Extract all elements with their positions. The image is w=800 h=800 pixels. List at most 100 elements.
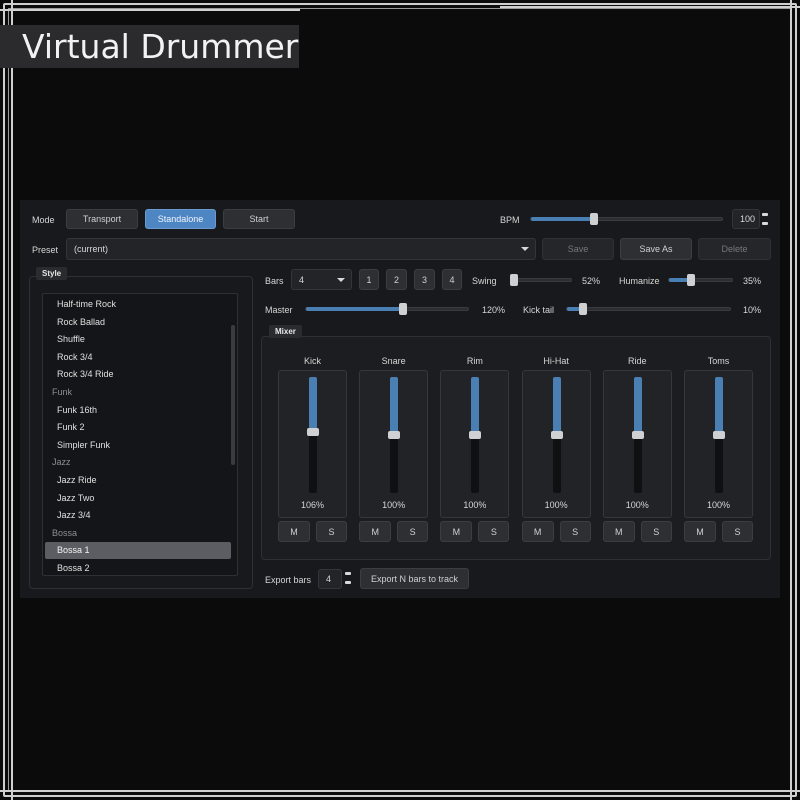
bars-2-button[interactable]: 2: [386, 269, 407, 290]
swing-slider[interactable]: [510, 274, 572, 286]
style-list-item[interactable]: Shuffle: [45, 331, 231, 348]
channel-name-hi-hat: Hi-Hat: [543, 356, 569, 366]
style-list-item[interactable]: Jazz Ride: [45, 472, 231, 489]
channel-name-kick: Kick: [303, 356, 321, 366]
mute-button-snare[interactable]: M: [359, 521, 392, 542]
bars-1-button[interactable]: 1: [359, 269, 379, 290]
mute-button-kick[interactable]: M: [278, 521, 310, 542]
export-bars-decrement-icon[interactable]: [345, 581, 351, 584]
bpm-slider-fill: [531, 217, 595, 221]
style-category: Funk: [52, 387, 73, 397]
humanize-slider-handle[interactable]: [687, 274, 696, 286]
channel-fader-fill: [552, 377, 561, 435]
style-list-item[interactable]: Jazz 3/4: [45, 507, 231, 524]
preset-label: Preset: [32, 245, 59, 255]
chevron-down-icon[interactable]: [337, 278, 345, 282]
standalone-button[interactable]: Standalone: [145, 209, 216, 229]
transport-button[interactable]: Transport: [66, 209, 138, 229]
channel-fader-hi-hat[interactable]: [550, 377, 563, 493]
frame-stroke: [790, 0, 792, 800]
style-list-item[interactable]: Jazz Two: [45, 490, 231, 507]
bars-4-button[interactable]: 4: [442, 269, 462, 290]
style-list-item[interactable]: Funk 2: [45, 419, 231, 436]
style-group-title: Style: [36, 267, 68, 280]
save-as-button[interactable]: Save As: [620, 238, 692, 260]
bpm-increment-icon[interactable]: [762, 213, 768, 216]
channel-value-snare: 100%: [382, 500, 406, 510]
save-button[interactable]: Save: [542, 238, 614, 260]
channel-fader-handle[interactable]: [388, 431, 401, 439]
channel-fader-handle[interactable]: [713, 431, 725, 439]
channel-strip-kick: 106%: [278, 370, 347, 518]
humanize-label: Humanize: [619, 276, 660, 286]
style-list-item[interactable]: Half-time Rock: [45, 296, 231, 313]
channel-fader-ride[interactable]: [631, 377, 644, 493]
style-list-scrollbar[interactable]: [231, 325, 235, 465]
master-slider-handle[interactable]: [399, 303, 408, 315]
channel-value-ride: 100%: [625, 500, 649, 510]
channel-fader-handle[interactable]: [550, 431, 563, 439]
channel-fader-snare[interactable]: [388, 377, 401, 493]
channel-fader-kick[interactable]: [307, 377, 319, 493]
kick-tail-slider-handle[interactable]: [579, 303, 588, 315]
style-list-item[interactable]: Rock 3/4: [45, 349, 231, 366]
channel-fader-handle[interactable]: [307, 428, 319, 436]
channel-fader-handle[interactable]: [469, 431, 482, 439]
master-label: Master: [265, 305, 293, 315]
solo-button-rim[interactable]: S: [478, 521, 510, 542]
channel-fader-fill: [390, 377, 399, 435]
bpm-slider-handle[interactable]: [590, 213, 599, 225]
bpm-input[interactable]: 100: [732, 209, 760, 229]
chevron-down-icon[interactable]: [521, 247, 529, 251]
frame-stroke: [0, 790, 800, 792]
bpm-label: BPM: [500, 215, 520, 225]
swing-slider-handle[interactable]: [510, 274, 518, 286]
mute-button-rim[interactable]: M: [440, 521, 473, 542]
humanize-slider[interactable]: [668, 274, 733, 286]
channel-fader-rim[interactable]: [469, 377, 482, 493]
style-list-item[interactable]: Rock Ballad: [45, 314, 231, 331]
mute-button-ride[interactable]: M: [602, 521, 635, 542]
channel-fader-handle[interactable]: [631, 431, 644, 439]
channel-strip-snare: 100%: [359, 370, 429, 518]
export-bars-input[interactable]: 4: [318, 569, 342, 589]
channel-fader-fill: [471, 377, 480, 435]
delete-button[interactable]: Delete: [698, 238, 771, 260]
channel-strip-hi-hat: 100%: [521, 370, 591, 518]
solo-button-kick[interactable]: S: [316, 521, 347, 542]
bpm-slider[interactable]: [530, 213, 723, 225]
channel-fader-toms[interactable]: [713, 377, 725, 493]
style-list-item[interactable]: Bossa 2: [45, 560, 231, 575]
channel-name-snare: Snare: [381, 356, 406, 366]
mute-button-toms[interactable]: M: [684, 521, 716, 542]
master-value: 120%: [482, 305, 506, 315]
kick-tail-value: 10%: [743, 305, 762, 315]
bars-3-button[interactable]: 3: [414, 269, 435, 290]
kick-tail-slider[interactable]: [566, 303, 731, 315]
preset-select[interactable]: (current): [66, 238, 536, 260]
humanize-value: 35%: [743, 276, 762, 286]
master-slider[interactable]: [305, 303, 469, 315]
master-slider-fill: [306, 307, 404, 311]
export-bars-label: Export bars: [265, 575, 312, 585]
start-button[interactable]: Start: [223, 209, 295, 229]
solo-button-hi-hat[interactable]: S: [559, 521, 591, 542]
style-list[interactable]: Half-time Rock Rock Ballad Shuffle Rock 3/4…: [42, 293, 238, 576]
frame-stroke: [500, 6, 800, 8]
mute-button-hi-hat[interactable]: M: [521, 521, 554, 542]
frame-stroke: [11, 0, 13, 800]
export-bars-increment-icon[interactable]: [345, 572, 351, 575]
solo-button-ride[interactable]: S: [640, 521, 672, 542]
style-list-item[interactable]: Rock 3/4 Ride: [45, 366, 231, 383]
bars-label: Bars: [265, 276, 284, 286]
solo-button-snare[interactable]: S: [397, 521, 429, 542]
style-list-item[interactable]: Bossa 1: [45, 542, 231, 560]
bars-select-value: 4: [299, 274, 305, 285]
style-list-item[interactable]: Funk 16th: [45, 402, 231, 419]
channel-value-rim: 100%: [463, 500, 487, 510]
mode-label: Mode: [32, 215, 55, 225]
bpm-decrement-icon[interactable]: [762, 222, 768, 225]
export-bars-to-track-button[interactable]: Export N bars to track: [360, 568, 469, 589]
solo-button-toms[interactable]: S: [722, 521, 753, 542]
style-list-item[interactable]: Simpler Funk: [45, 437, 231, 454]
